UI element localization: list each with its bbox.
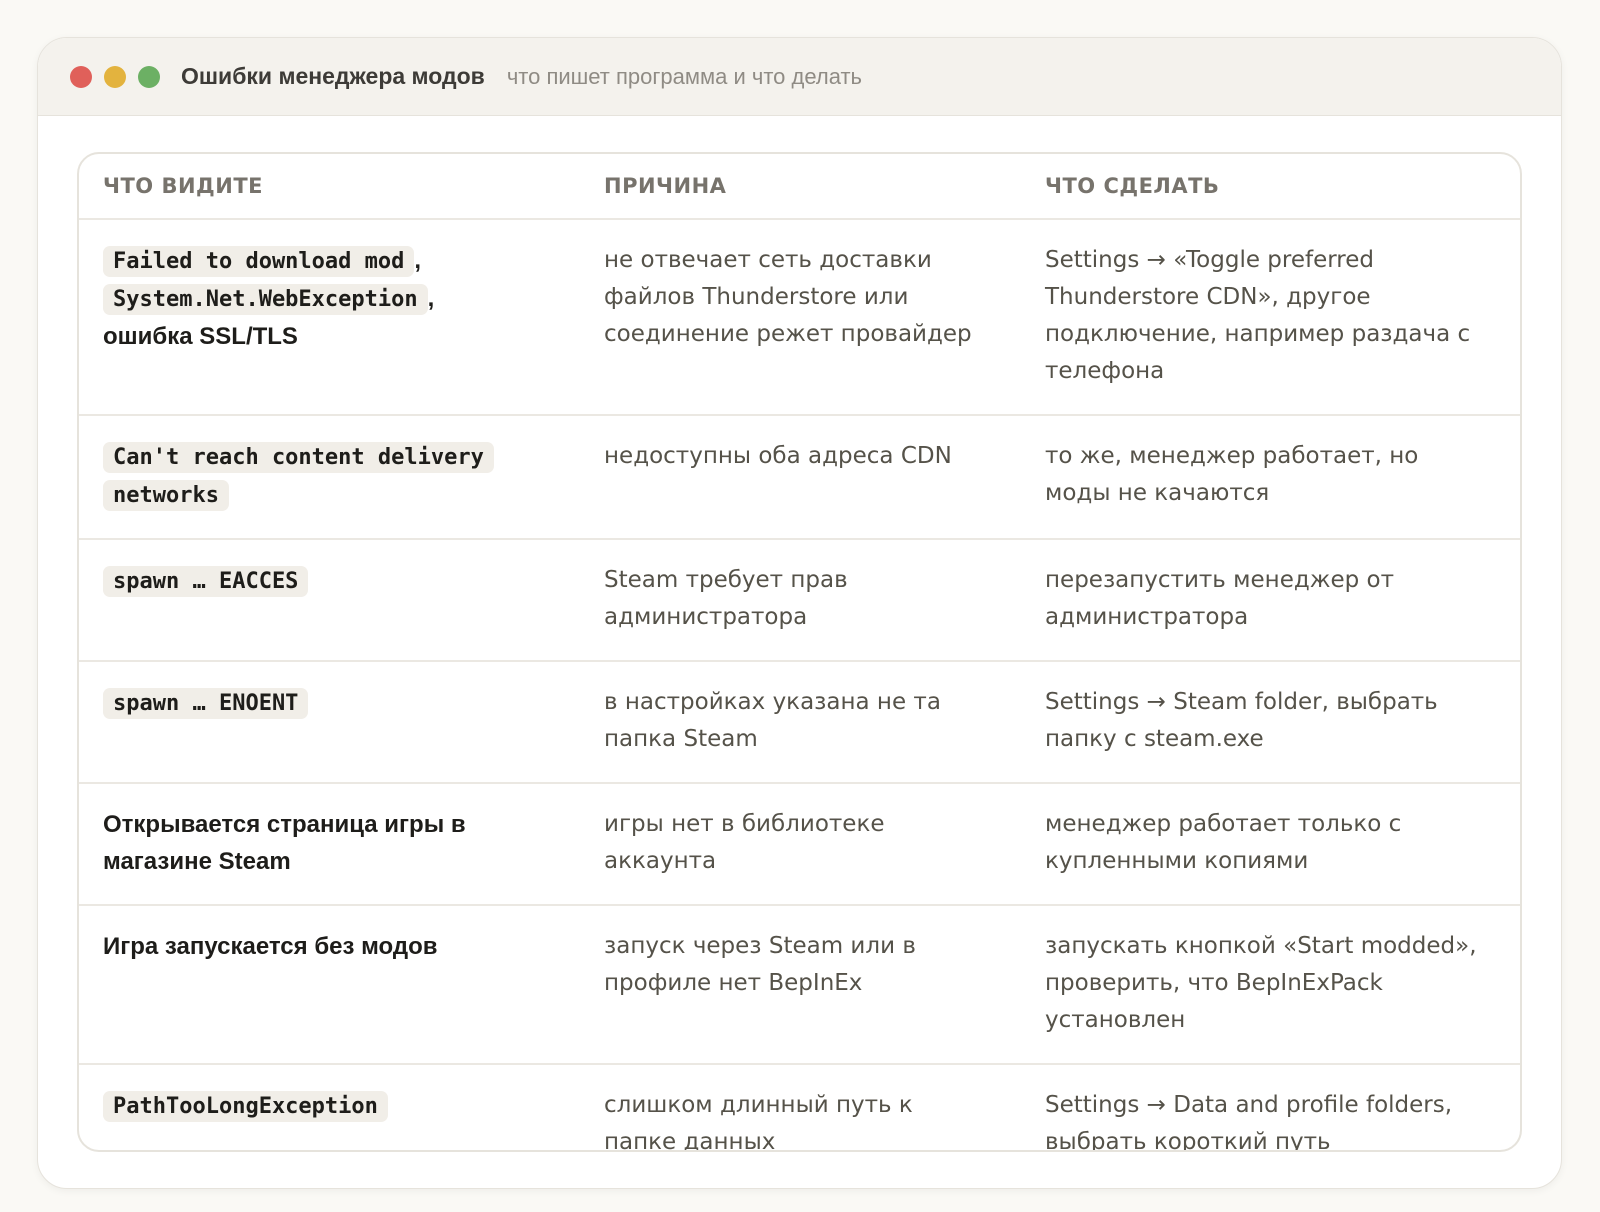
error-text: Игра запускается без модов xyxy=(103,933,438,960)
window-subtitle: что пишет программа и что делать xyxy=(506,63,862,89)
cell-fix: Settings → Data and profile folders, выб… xyxy=(1045,1092,1453,1152)
cell-fix: менеджер работает только с купленными ко… xyxy=(1021,783,1520,906)
column-header-cause: ПРИЧИНА xyxy=(580,154,1021,220)
separator: , xyxy=(427,285,435,312)
error-code: Can't reach content delivery networks xyxy=(103,442,494,511)
column-header-fix: ЧТО СДЕЛАТЬ xyxy=(1021,154,1520,220)
cell-cause: игры нет в библиотеке аккаунта xyxy=(580,783,1021,906)
cell-see: spawn … ENOENT xyxy=(79,661,580,784)
cell-cause: недоступны оба адреса CDN xyxy=(580,415,1021,540)
window-title: Ошибки менеджера модов xyxy=(181,63,485,89)
cell-cause: в настройках указана не та папка Steam xyxy=(580,661,1021,784)
cell-cause: не отвечает сеть доставки файлов Thunder… xyxy=(580,219,1021,416)
error-code: spawn … ENOENT xyxy=(103,688,309,719)
cell-see: spawn … EACCES xyxy=(79,539,580,662)
cell-see: PathTooLongException xyxy=(79,1064,580,1150)
error-code: PathTooLongException xyxy=(103,1091,388,1122)
cell-cause: слишком длинный путь к папке данных xyxy=(604,1092,913,1152)
table-row: Can't reach content delivery networks не… xyxy=(79,415,1520,540)
mod-manager-errors-window: Ошибки менеджера модов что пишет програм… xyxy=(37,37,1562,1189)
cell-see: Can't reach content delivery networks xyxy=(79,415,580,540)
table-row: PathTooLongException слишком длинный пут… xyxy=(79,1064,1520,1152)
table-row: Игра запускается без модов запуск через … xyxy=(79,905,1520,1065)
cell-cause: запуск через Steam или в профиле нет Bep… xyxy=(580,905,1021,1065)
cell-fix: запускать кнопкой «Start modded», провер… xyxy=(1021,905,1520,1065)
error-text: ошибка SSL/TLS xyxy=(103,323,298,350)
cell-fix: Settings → Steam folder, выбрать папку с… xyxy=(1021,661,1520,784)
cell-fix: Settings → «Toggle preferred Thunderstor… xyxy=(1021,219,1520,416)
cell-see: Открывается страница игры в магазине Ste… xyxy=(79,783,580,906)
cell-see: Failed to download mod, System.Net.WebEx… xyxy=(79,219,580,416)
minimize-window-dot[interactable] xyxy=(104,65,126,88)
errors-table: ЧТО ВИДИТЕ ПРИЧИНА ЧТО СДЕЛАТЬ Failed to… xyxy=(79,154,1520,1152)
column-header-see: ЧТО ВИДИТЕ xyxy=(79,154,580,220)
error-code: Failed to download mod xyxy=(103,246,415,277)
cell-fix: перезапустить менеджер от администратора xyxy=(1021,539,1520,662)
error-text: Открывается страница игры в магазине Ste… xyxy=(103,811,466,875)
maximize-window-dot[interactable] xyxy=(138,65,160,88)
error-code: spawn … EACCES xyxy=(103,566,309,597)
title-bar: Ошибки менеджера модов что пишет програм… xyxy=(38,38,1561,116)
close-window-dot[interactable] xyxy=(70,65,92,88)
cell-see: Игра запускается без модов xyxy=(79,905,580,1065)
table-row: spawn … ENOENT в настройках указана не т… xyxy=(79,661,1520,784)
table-row: spawn … EACCES Steam требует прав админи… xyxy=(79,539,1520,662)
error-code: System.Net.WebException xyxy=(103,284,428,315)
table-row: Открывается страница игры в магазине Ste… xyxy=(79,783,1520,906)
cell-cause: Steam требует прав администратора xyxy=(580,539,1021,662)
table-header-row: ЧТО ВИДИТЕ ПРИЧИНА ЧТО СДЕЛАТЬ xyxy=(79,154,1520,220)
cell-fix: то же, менеджер работает, но моды не кач… xyxy=(1021,415,1520,540)
table-row: Failed to download mod, System.Net.WebEx… xyxy=(79,219,1520,416)
separator: , xyxy=(414,247,422,274)
errors-table-card: ЧТО ВИДИТЕ ПРИЧИНА ЧТО СДЕЛАТЬ Failed to… xyxy=(77,152,1522,1152)
